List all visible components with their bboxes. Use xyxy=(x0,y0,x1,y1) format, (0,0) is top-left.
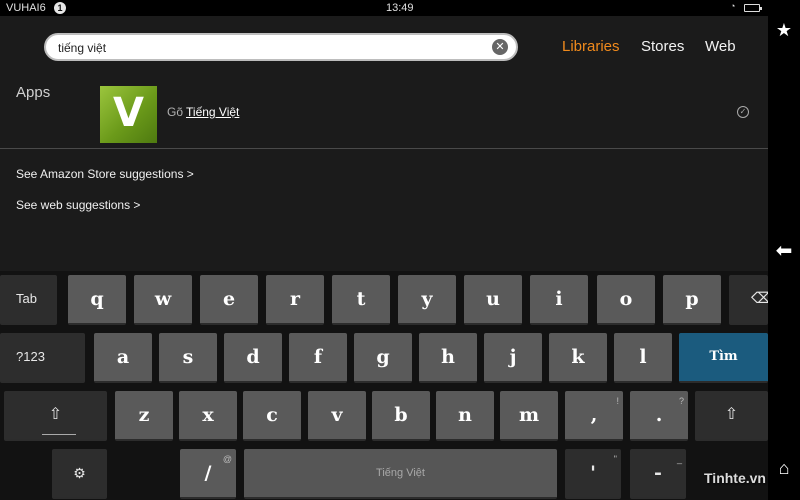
keyboard-settings-icon[interactable]: ⚙ xyxy=(52,449,107,499)
key-e[interactable]: e xyxy=(200,275,258,325)
amazon-store-suggestions-link[interactable]: See Amazon Store suggestions > xyxy=(16,167,194,181)
shift-indicator xyxy=(42,434,76,435)
search-enter-key[interactable]: Tìm xyxy=(679,333,768,383)
key-slash-sub: @ xyxy=(222,454,232,464)
status-clock: 13:49 xyxy=(386,2,414,14)
app-name-link[interactable]: Tiếng Việt xyxy=(186,105,239,119)
home-icon[interactable]: ⌂ xyxy=(768,458,800,479)
key-m[interactable]: m xyxy=(500,391,558,441)
key-w[interactable]: w xyxy=(134,275,192,325)
key-v[interactable]: v xyxy=(308,391,366,441)
key-r[interactable]: r xyxy=(266,275,324,325)
search-screen: ✕ Libraries Stores Web Apps V GõTiếng Vi… xyxy=(0,16,768,271)
key-t[interactable]: t xyxy=(332,275,390,325)
key-i[interactable]: i xyxy=(530,275,588,325)
key-h[interactable]: h xyxy=(419,333,477,383)
search-bar[interactable]: ✕ xyxy=(44,33,518,61)
key-s[interactable]: s xyxy=(159,333,217,383)
key-p[interactable]: p xyxy=(663,275,721,325)
key-j[interactable]: j xyxy=(484,333,542,383)
key-a[interactable]: a xyxy=(94,333,152,383)
key-g[interactable]: g xyxy=(354,333,412,383)
app-result-title[interactable]: Gõ Tiếng Việt xyxy=(167,105,239,119)
key-symbols[interactable]: ?123 xyxy=(0,333,85,383)
space-bar[interactable]: Tiếng Việt xyxy=(244,449,557,499)
key-c[interactable]: c xyxy=(243,391,301,441)
key-f[interactable]: f xyxy=(289,333,347,383)
key-dash-label: - xyxy=(654,462,662,484)
app-icon[interactable]: V xyxy=(100,86,157,143)
battery-icon xyxy=(744,4,762,12)
key-o[interactable]: o xyxy=(597,275,655,325)
key-slash-label: / xyxy=(204,462,212,484)
key-u[interactable]: u xyxy=(464,275,522,325)
close-circle-icon[interactable]: ✕ xyxy=(492,39,508,55)
shift-right-icon[interactable]: ⇧ xyxy=(695,391,768,441)
key-dash[interactable]: - _ xyxy=(630,449,686,499)
star-icon[interactable]: ★ xyxy=(768,20,800,41)
key-comma-label: , xyxy=(590,404,598,426)
wifi-icon: ◔ xyxy=(730,1,736,11)
key-dash-sub: _ xyxy=(676,454,682,464)
key-x[interactable]: x xyxy=(179,391,237,441)
key-n[interactable]: n xyxy=(436,391,494,441)
key-apostrophe-label: ' xyxy=(590,462,596,484)
key-q[interactable]: q xyxy=(68,275,126,325)
key-period-label: . xyxy=(655,404,663,426)
search-input[interactable] xyxy=(58,39,478,57)
on-screen-keyboard: Tab q w e r t y u i o p ⌫ ?123 a s d f g… xyxy=(0,271,768,500)
web-suggestions-link[interactable]: See web suggestions > xyxy=(16,198,140,212)
backspace-icon[interactable]: ⌫ xyxy=(729,275,768,325)
key-k[interactable]: k xyxy=(549,333,607,383)
shift-icon[interactable]: ⇧ xyxy=(4,391,107,441)
key-comma[interactable]: ,! xyxy=(565,391,623,441)
notification-badge[interactable]: 1 xyxy=(54,2,66,14)
key-apostrophe-sub: " xyxy=(613,454,617,464)
key-z[interactable]: z xyxy=(115,391,173,441)
carrier-label: VUHAI6 xyxy=(6,2,46,14)
key-tab[interactable]: Tab xyxy=(0,275,57,325)
divider xyxy=(0,148,768,149)
key-comma-sub: ! xyxy=(616,396,619,406)
app-icon-letter: V xyxy=(113,90,144,136)
key-d[interactable]: d xyxy=(224,333,282,383)
system-side-bar: ★ ⬅ ⌂ xyxy=(768,0,800,500)
key-y[interactable]: y xyxy=(398,275,456,325)
apps-section-label: Apps xyxy=(16,84,51,101)
back-arrow-icon[interactable]: ⬅ xyxy=(768,238,800,263)
installed-check-icon: ✓ xyxy=(737,106,749,118)
key-period-sub: ? xyxy=(678,396,684,406)
app-prefix: Gõ xyxy=(167,105,184,119)
tab-web[interactable]: Web xyxy=(705,38,736,55)
key-l[interactable]: l xyxy=(614,333,672,383)
tab-libraries[interactable]: Libraries xyxy=(562,38,620,55)
key-period[interactable]: .? xyxy=(630,391,688,441)
key-apostrophe[interactable]: ' " xyxy=(565,449,621,499)
watermark: Tinhte.vn xyxy=(704,470,766,486)
key-b[interactable]: b xyxy=(372,391,430,441)
tab-stores[interactable]: Stores xyxy=(641,38,684,55)
status-bar: VUHAI6 1 13:49 ◔ xyxy=(0,0,768,16)
key-slash[interactable]: / @ xyxy=(180,449,236,499)
